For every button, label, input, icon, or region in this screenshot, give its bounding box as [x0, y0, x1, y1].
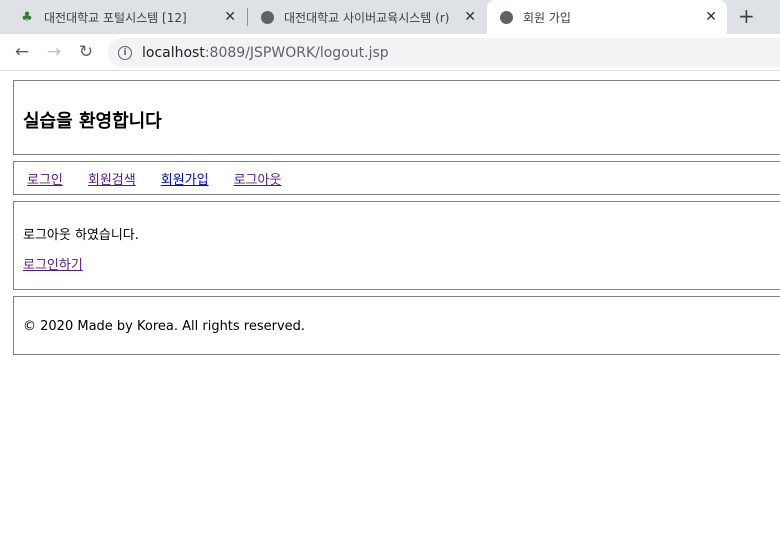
url-path: :8089/JSPWORK/logout.jsp	[204, 44, 389, 61]
globe-icon	[499, 10, 513, 24]
url-host: localhost	[142, 44, 205, 61]
content-section: 로그아웃 하였습니다. 로그인하기	[13, 201, 780, 290]
address-bar[interactable]: i localhost:8089/JSPWORK/logout.jsp	[108, 38, 780, 67]
tab-portal[interactable]: ♣ 대전대학교 포털시스템 [12] ✕	[0, 0, 246, 34]
nav-member-search-link[interactable]: 회원검색	[88, 169, 136, 188]
tab-title: 대전대학교 포털시스템 [12]	[44, 10, 187, 25]
close-tab-icon[interactable]: ✕	[705, 9, 717, 25]
nav-signup-link[interactable]: 회원가입	[161, 169, 209, 188]
reload-icon[interactable]: ↻	[70, 42, 102, 62]
tab-title: 회원 가입	[523, 10, 571, 25]
info-icon[interactable]: i	[118, 45, 132, 60]
nav-menu: 로그인 회원검색 회원가입 로그아웃	[13, 161, 780, 195]
tree-favicon-icon: ♣	[21, 9, 33, 25]
login-link[interactable]: 로그인하기	[23, 254, 83, 273]
footer: © 2020 Made by Korea. All rights reserve…	[13, 296, 780, 355]
header-section: 실습을 환영합니다	[13, 80, 780, 155]
tab-cyber[interactable]: 대전대학교 사이버교육시스템 (r) ✕	[250, 0, 485, 34]
page-title: 실습을 환영합니다	[23, 111, 162, 132]
back-arrow-icon[interactable]: ←	[6, 42, 38, 62]
tab-signup[interactable]: 회원 가입 ✕	[487, 0, 727, 34]
nav-login-link[interactable]: 로그인	[27, 169, 63, 188]
logout-message: 로그아웃 하였습니다.	[23, 228, 139, 243]
forward-arrow-icon[interactable]: →	[38, 42, 70, 62]
globe-icon	[260, 10, 274, 24]
new-tab-button[interactable]: +	[738, 4, 755, 28]
copyright-text: © 2020 Made by Korea. All rights reserve…	[23, 319, 306, 334]
tab-title: 대전대학교 사이버교육시스템 (r)	[284, 10, 450, 25]
tab-separator	[247, 8, 248, 26]
nav-logout-link[interactable]: 로그아웃	[234, 169, 282, 188]
close-tab-icon[interactable]: ✕	[224, 9, 236, 25]
tab-strip: ♣ 대전대학교 포털시스템 [12] ✕ 대전대학교 사이버교육시스템 (r) …	[0, 0, 780, 34]
close-tab-icon[interactable]: ✕	[464, 9, 476, 25]
